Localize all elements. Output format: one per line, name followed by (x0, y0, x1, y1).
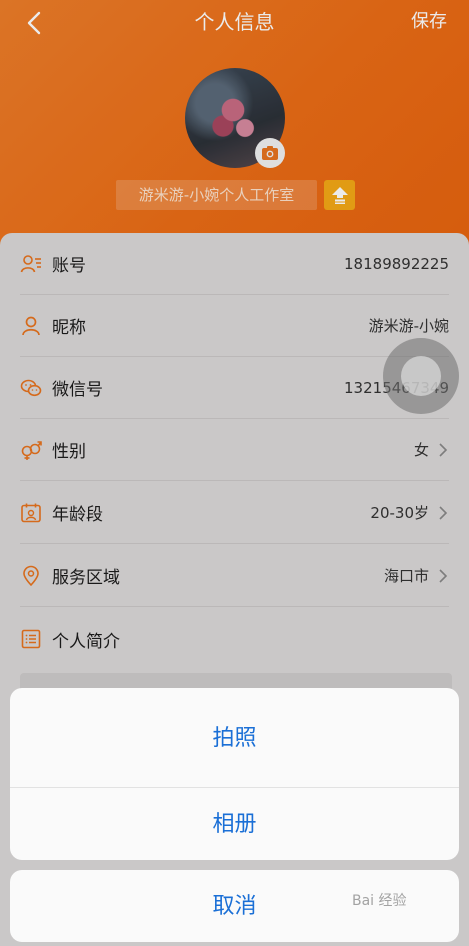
take-photo-button[interactable]: 拍照 (10, 688, 459, 788)
album-button[interactable]: 相册 (10, 788, 459, 860)
photo-source-sheet: 拍照 相册 (10, 688, 459, 860)
baidu-watermark: Bai 经验 (352, 893, 407, 909)
